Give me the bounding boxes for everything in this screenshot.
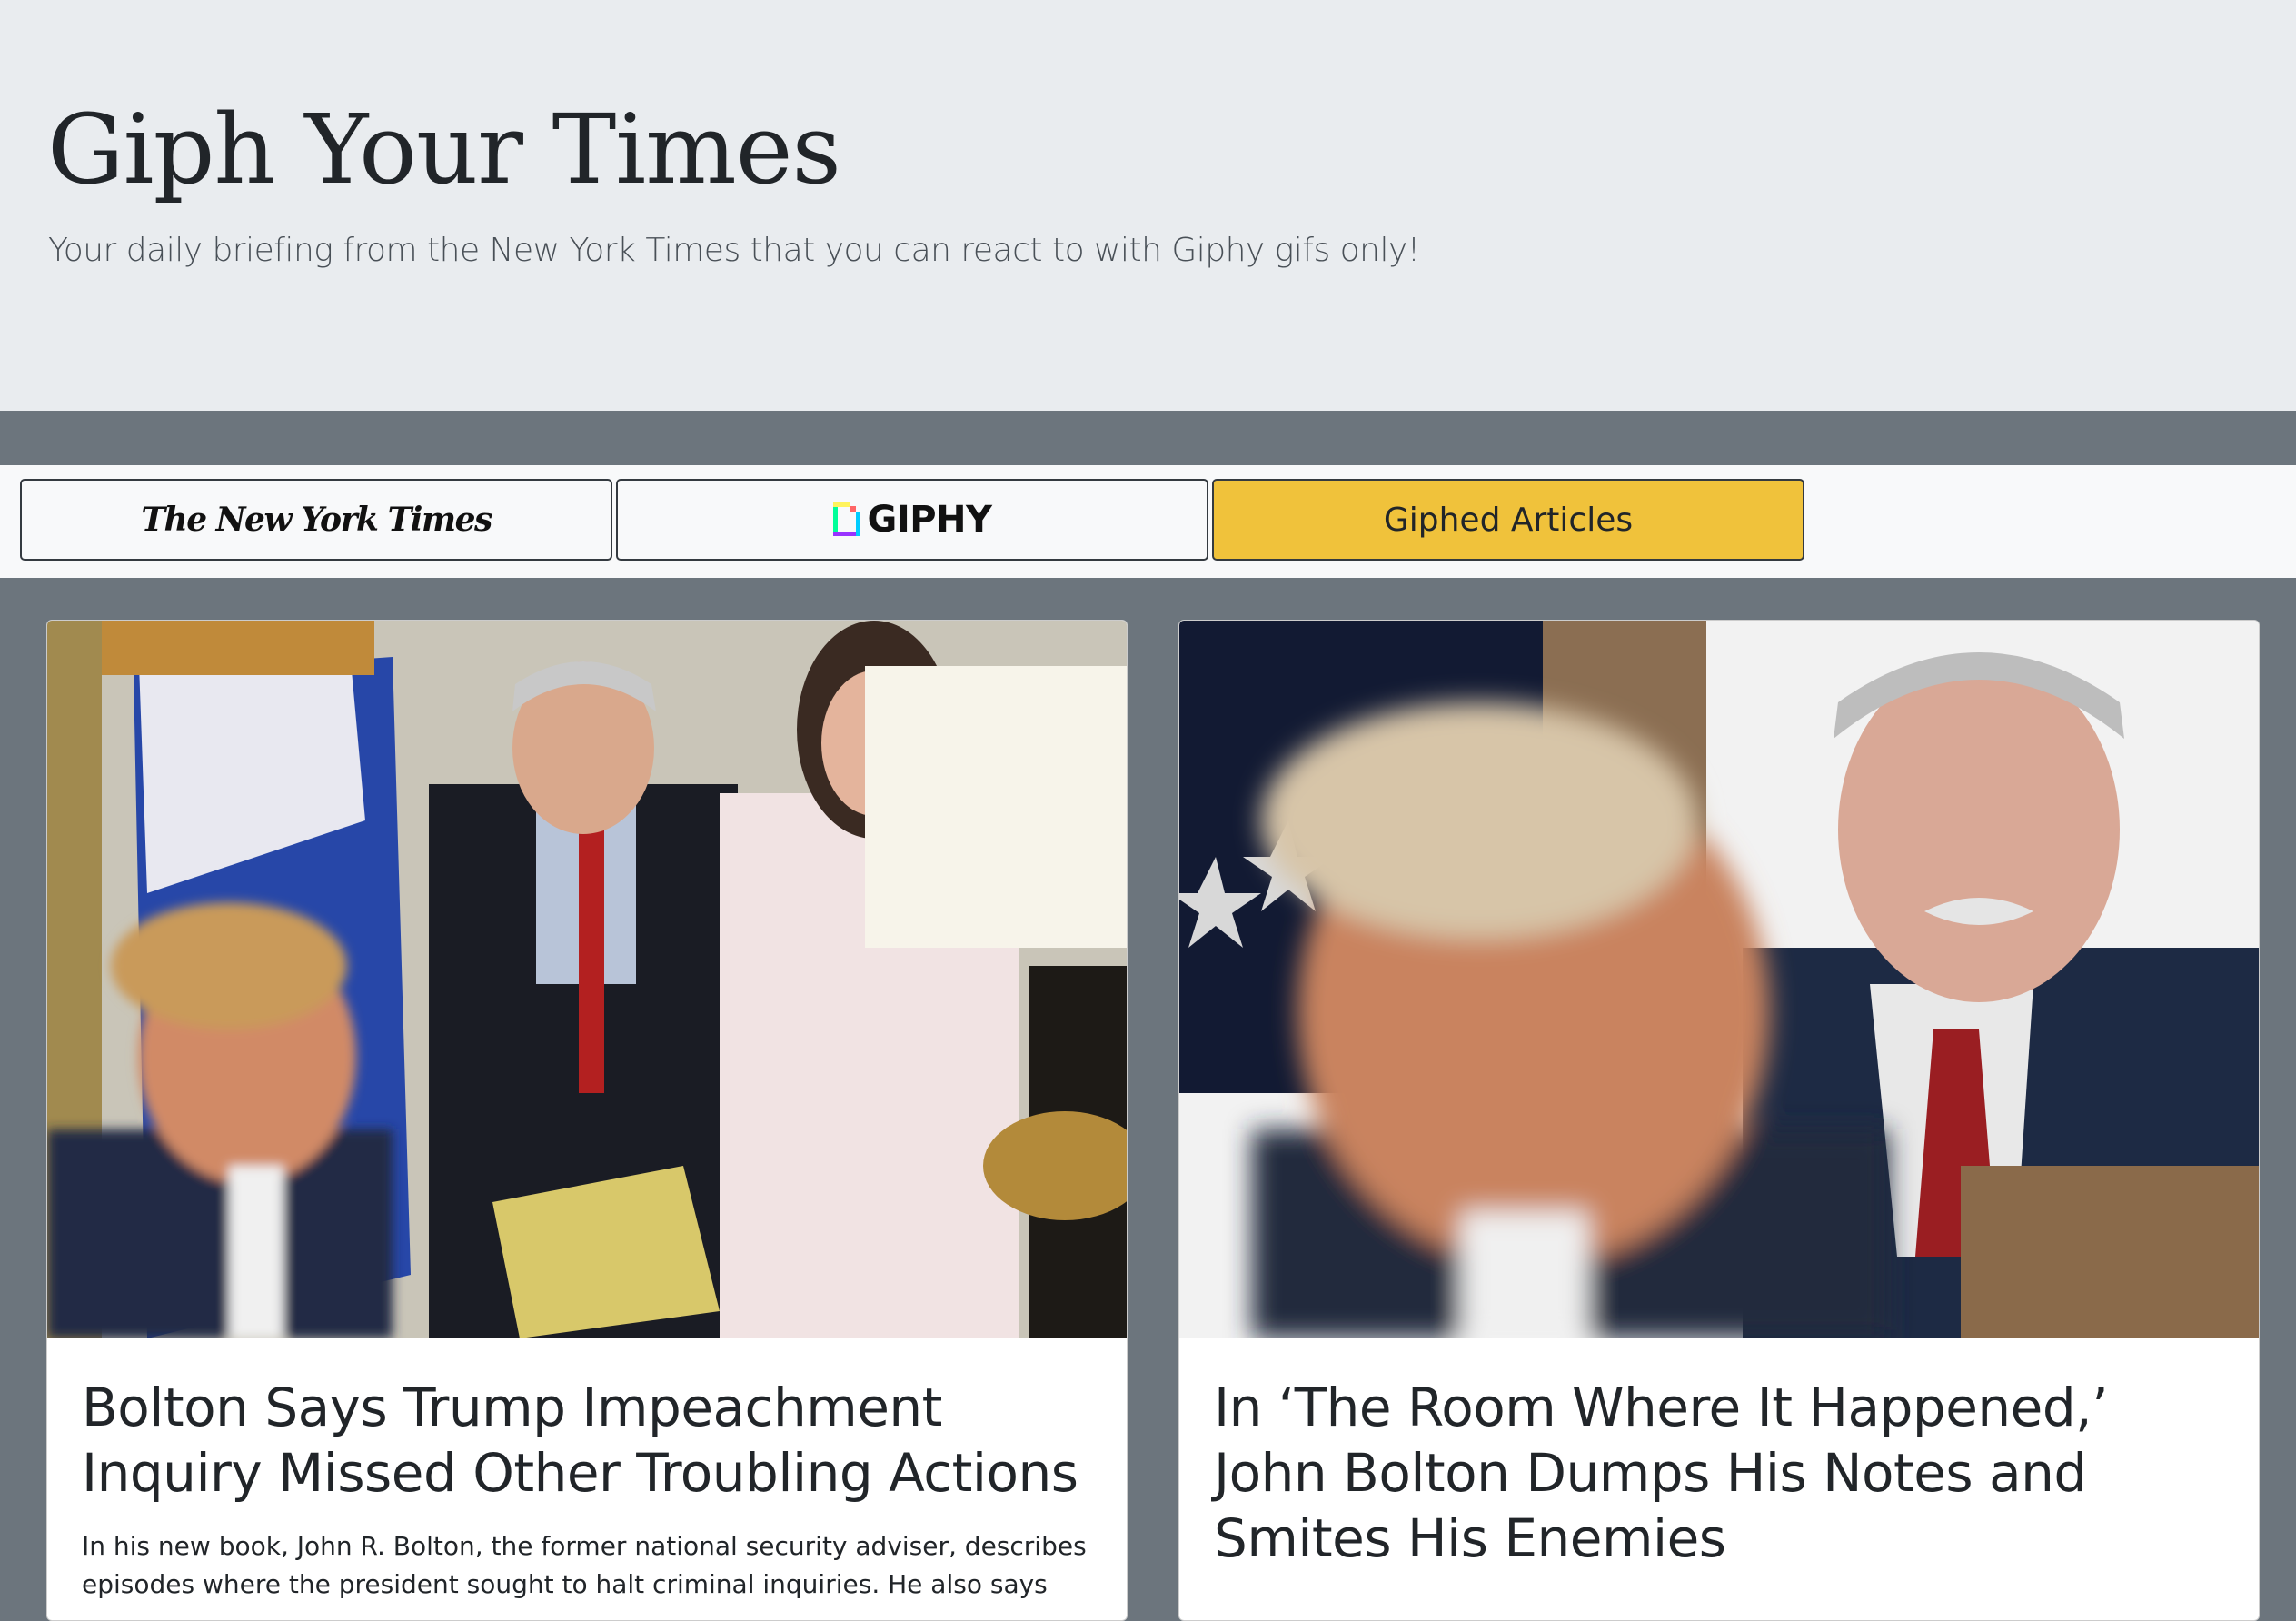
article-photo [1179, 621, 2259, 1338]
article-abstract: In his new book, John R. Bolton, the for… [82, 1531, 1087, 1599]
article-title[interactable]: Bolton Says Trump Impeachment Inquiry Mi… [82, 1375, 1099, 1506]
article-image [47, 621, 1127, 1338]
giphy-logo: GIPHY [832, 499, 992, 541]
jumbotron-header: Giph Your Times Your daily briefing from… [0, 0, 2296, 411]
navbar: The New York Times GIPHY Giphed Articles [0, 465, 2296, 578]
giphy-button[interactable]: GIPHY [616, 479, 1208, 561]
giphy-wordmark: GIPHY [867, 499, 992, 541]
article-image [1179, 621, 2259, 1338]
page-subtitle: Your daily briefing from the New York Ti… [48, 232, 1420, 269]
article-card[interactable]: In ‘The Room Where It Happened,’ John Bo… [1178, 620, 2260, 1621]
article-photo [47, 621, 1127, 1338]
article-title[interactable]: In ‘The Room Where It Happened,’ John Bo… [1214, 1375, 2231, 1571]
giphed-articles-button[interactable]: Giphed Articles [1212, 479, 1804, 561]
giphed-articles-label: Giphed Articles [1383, 501, 1634, 539]
page-title: Giph Your Times [47, 94, 841, 205]
nyt-logo: The New York Times [141, 501, 492, 539]
giphy-logo-icon [832, 502, 860, 536]
nyt-button[interactable]: The New York Times [20, 479, 612, 561]
article-card[interactable]: Bolton Says Trump Impeachment Inquiry Mi… [46, 620, 1128, 1621]
